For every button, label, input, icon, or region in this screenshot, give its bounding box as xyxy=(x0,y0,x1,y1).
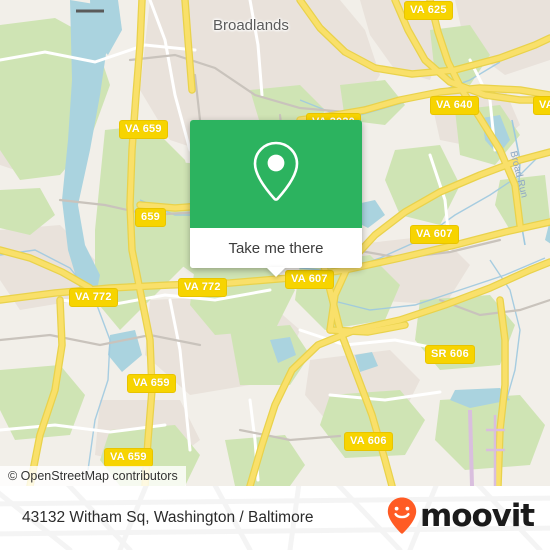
road-shield-va-640[interactable]: VA 640 xyxy=(430,96,479,115)
road-shield-va-right-edge[interactable]: VA xyxy=(533,96,550,115)
road-shield-va-659-bottom[interactable]: VA 659 xyxy=(104,448,153,467)
osm-attribution-text: © OpenStreetMap contributors xyxy=(8,469,178,483)
road-shield-va-659-south[interactable]: VA 659 xyxy=(127,374,176,393)
road-shield-va-607-east[interactable]: VA 607 xyxy=(410,225,459,244)
moovit-wordmark: moovit xyxy=(420,498,535,534)
map-pin-icon xyxy=(249,139,303,210)
road-shield-va-772-west[interactable]: VA 772 xyxy=(69,288,118,307)
place-label-broadlands: Broadlands xyxy=(213,17,289,34)
moovit-logo[interactable]: moovit xyxy=(386,486,535,550)
road-shield-659[interactable]: 659 xyxy=(135,208,166,227)
destination-popup-card[interactable]: Take me there xyxy=(190,120,362,277)
popup-tail-pointer xyxy=(266,267,286,277)
road-shield-va-606[interactable]: VA 606 xyxy=(344,432,393,451)
road-shield-va-607-center[interactable]: VA 607 xyxy=(285,270,334,289)
moovit-smiley-pin-icon xyxy=(386,496,418,541)
road-shield-va-625[interactable]: VA 625 xyxy=(404,1,453,20)
road-shield-sr-606[interactable]: SR 606 xyxy=(425,345,475,364)
take-me-there-button[interactable]: Take me there xyxy=(190,228,362,277)
destination-address-text: 43132 Witham Sq, Washington / Baltimore xyxy=(22,509,314,526)
map-canvas[interactable]: Broadlands Broad Run VA 625 VA 640 VA VA… xyxy=(0,0,550,486)
osm-attribution[interactable]: © OpenStreetMap contributors xyxy=(0,466,186,486)
footer-bar: 43132 Witham Sq, Washington / Baltimore … xyxy=(0,486,550,550)
destination-address: 43132 Witham Sq, Washington / Baltimore xyxy=(22,486,313,550)
take-me-there-label: Take me there xyxy=(228,239,324,257)
moovit-map-screenshot: Broadlands Broad Run VA 625 VA 640 VA VA… xyxy=(0,0,550,550)
road-shield-va-659-north[interactable]: VA 659 xyxy=(119,120,168,139)
road-shield-va-772-center[interactable]: VA 772 xyxy=(178,278,227,297)
popup-pin-panel xyxy=(190,120,362,228)
